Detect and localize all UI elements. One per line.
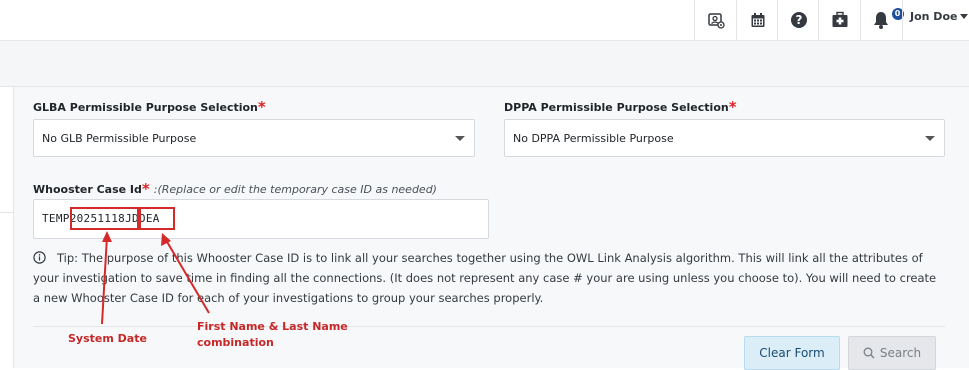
annotation-arrows [101, 231, 210, 325]
name-combination-arrow [165, 239, 210, 314]
system-date-arrow [101, 235, 108, 325]
name-combination-annotation: First Name & Last Name combination [197, 319, 348, 351]
name-combination-line-1: First Name & Last Name [197, 320, 348, 333]
system-date-annotation: System Date [68, 332, 147, 345]
name-combination-line-2: combination [197, 336, 274, 349]
arrow-head [102, 231, 112, 242]
